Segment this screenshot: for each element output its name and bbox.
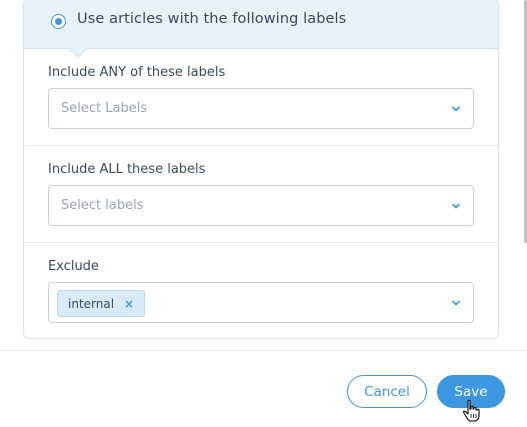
include-any-label: Include ANY of these labels	[48, 65, 226, 80]
include-all-section: Include ALL these labels Select labels	[24, 146, 498, 243]
exclude-section: Exclude internal ×	[24, 243, 498, 340]
include-all-select[interactable]: Select labels	[48, 185, 474, 226]
label-options-panel: Use articles with the following labels I…	[23, 0, 499, 339]
exclude-select[interactable]: internal ×	[48, 282, 474, 323]
option-use-labels[interactable]: Use articles with the following labels	[24, 0, 498, 49]
chevron-down-icon[interactable]	[451, 201, 461, 211]
radio-selected-icon[interactable]	[51, 14, 66, 29]
chevron-down-icon[interactable]	[451, 104, 461, 114]
hand-pointer-icon	[463, 399, 480, 422]
include-any-select[interactable]: Select Labels	[48, 88, 474, 129]
include-all-placeholder: Select labels	[61, 198, 144, 213]
label-tag: internal ×	[57, 290, 146, 317]
tag-text: internal	[68, 296, 115, 311]
label-filter-dialog: Use articles with the following labels I…	[0, 0, 527, 427]
include-any-placeholder: Select Labels	[61, 101, 148, 116]
remove-tag-icon[interactable]: ×	[124, 297, 134, 311]
exclude-label: Exclude	[48, 259, 99, 274]
option-label: Use articles with the following labels	[77, 11, 347, 27]
cancel-button[interactable]: Cancel	[347, 375, 427, 408]
include-any-section: Include ANY of these labels Select Label…	[24, 49, 498, 146]
include-all-label: Include ALL these labels	[48, 162, 206, 177]
chevron-down-icon[interactable]	[451, 298, 461, 308]
dialog-footer: Cancel Save	[0, 351, 527, 427]
